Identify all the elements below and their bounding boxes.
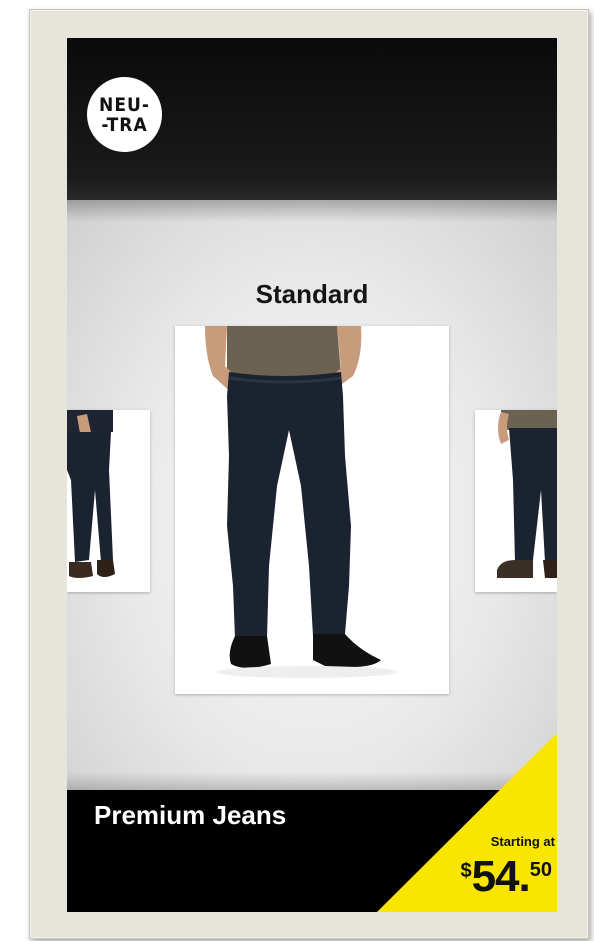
- carousel-item-right[interactable]: [475, 410, 557, 592]
- jeans-side-view-image: [67, 410, 150, 592]
- price-currency: $: [460, 860, 472, 882]
- stage-top-shadow: [67, 200, 557, 222]
- price-whole: 54: [471, 852, 520, 901]
- product-name: Premium Jeans: [94, 800, 287, 830]
- kiosk-screen: NEU- -TRA Standard Premium Jeans Startin…: [67, 38, 557, 912]
- logo-line-1: NEU-: [99, 93, 150, 116]
- jeans-back-view-image: [475, 410, 557, 592]
- price-label: Starting at: [490, 834, 555, 849]
- logo-line-2: -TRA: [101, 113, 148, 136]
- carousel-item-center[interactable]: [175, 326, 449, 694]
- price-cents: 50: [529, 859, 552, 881]
- stage-bottom-shadow: [67, 772, 557, 790]
- category-title: Standard: [255, 279, 369, 309]
- price-value: $54.50: [424, 852, 552, 902]
- brand-logo[interactable]: NEU- -TRA: [87, 77, 162, 152]
- price-separator: .: [518, 852, 531, 901]
- jeans-front-view-image: [175, 326, 449, 694]
- carousel-item-left[interactable]: [67, 410, 150, 592]
- header-bar: NEU- -TRA: [67, 38, 557, 200]
- product-carousel: Standard: [67, 200, 557, 790]
